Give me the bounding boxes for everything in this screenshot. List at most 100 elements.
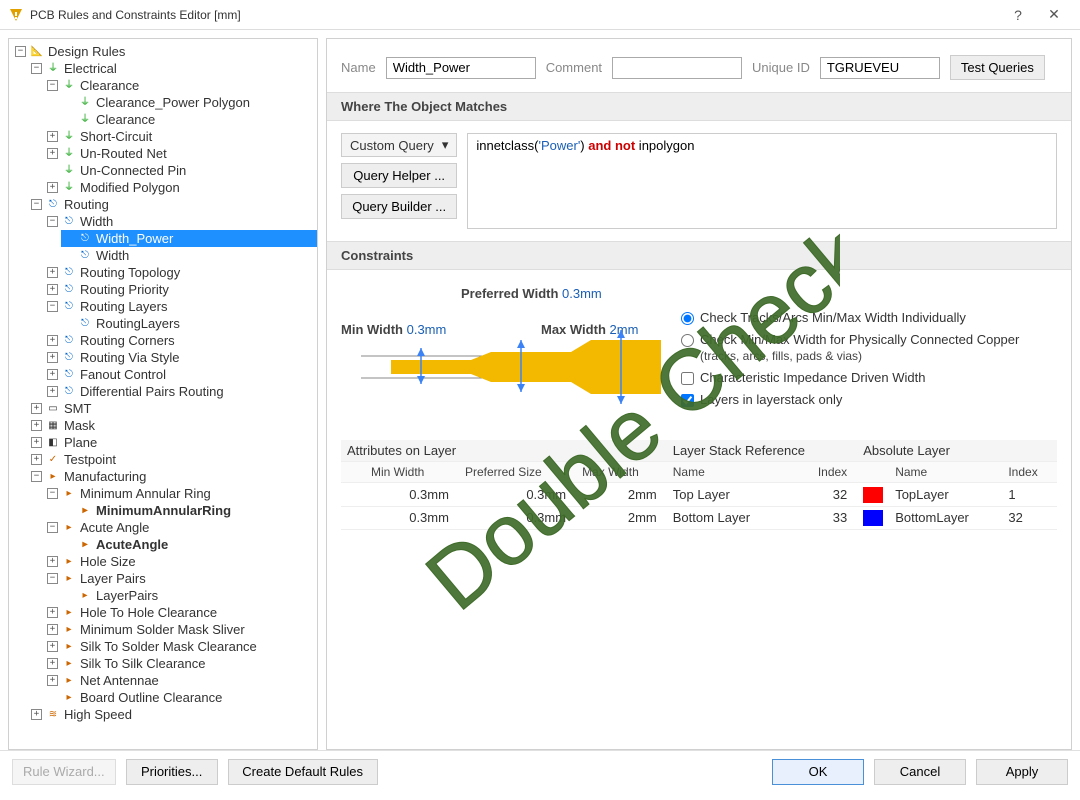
tree-node-routing-layers[interactable]: −⎋Routing Layers	[45, 298, 317, 315]
clearance-icon: ⏚	[78, 96, 92, 110]
shortcircuit-icon: ⏚	[62, 130, 76, 144]
manufacturing-icon: ▸	[78, 504, 92, 518]
tree-node-routing-priority[interactable]: +⎋Routing Priority	[45, 281, 317, 298]
tree-node-manufacturing[interactable]: −▸Manufacturing	[29, 468, 317, 485]
query-helper-button[interactable]: Query Helper ...	[341, 163, 457, 188]
table-row[interactable]: 0.3mm0.3mm2mmTop Layer32TopLayer1	[341, 483, 1057, 507]
tree-node-design-rules[interactable]: −📐Design Rules	[13, 43, 317, 60]
width-icon: ⎋	[78, 232, 92, 246]
app-icon	[8, 7, 24, 23]
uid-input[interactable]	[820, 57, 940, 79]
option-check-physically-connected[interactable]: Check Min/Max Width for Physically Conne…	[681, 332, 1061, 364]
layer-width-table[interactable]: Attributes on Layer Layer Stack Referenc…	[341, 440, 1057, 530]
tree-rule-layer-pairs[interactable]: ▸LayerPairs	[61, 587, 317, 604]
routing-icon: ⎋	[62, 368, 76, 382]
tree-node-hole-size[interactable]: +▸Hole Size	[45, 553, 317, 570]
modpoly-icon: ⏚	[62, 181, 76, 195]
tree-rule-width[interactable]: ⎋Width	[61, 247, 317, 264]
table-row[interactable]: 0.3mm0.3mm2mmBottom Layer33BottomLayer32	[341, 506, 1057, 530]
trace-shape-icon	[361, 326, 661, 406]
tree-node-clearance[interactable]: −⏚Clearance	[45, 77, 317, 94]
rule-detail-pane: Name Comment Unique ID Test Queries Wher…	[326, 38, 1072, 750]
tree-node-mask[interactable]: +▦Mask	[29, 417, 317, 434]
uid-label: Unique ID	[752, 60, 810, 75]
chevron-down-icon: ▾	[442, 137, 449, 153]
tree-node-smt[interactable]: +▭SMT	[29, 400, 317, 417]
test-queries-button[interactable]: Test Queries	[950, 55, 1045, 80]
option-impedance-driven[interactable]: Characteristic Impedance Driven Width	[681, 370, 1061, 386]
unrouted-icon: ⏚	[62, 147, 76, 161]
tree-node-board-outline[interactable]: ▸Board Outline Clearance	[45, 689, 317, 706]
comment-label: Comment	[546, 60, 602, 75]
routing-icon: ⎋	[78, 317, 92, 331]
tree-node-width[interactable]: −⎋Width	[45, 213, 317, 230]
tree-node-silk-to-solder-mask[interactable]: +▸Silk To Solder Mask Clearance	[45, 638, 317, 655]
tree-node-acute-angle[interactable]: −▸Acute Angle	[45, 519, 317, 536]
cancel-button[interactable]: Cancel	[874, 759, 966, 785]
ok-button[interactable]: OK	[772, 759, 864, 785]
smt-icon: ▭	[46, 402, 60, 416]
electrical-icon: ⏚	[46, 62, 60, 76]
manufacturing-icon: ▸	[62, 555, 76, 569]
manufacturing-icon: ▸	[62, 487, 76, 501]
tree-node-fanout-control[interactable]: +⎋Fanout Control	[45, 366, 317, 383]
tree-node-electrical[interactable]: −⏚Electrical	[29, 60, 317, 77]
tree-node-testpoint[interactable]: +✓Testpoint	[29, 451, 317, 468]
width-icon: ⎋	[62, 215, 76, 229]
manufacturing-icon: ▸	[46, 470, 60, 484]
manufacturing-icon: ▸	[62, 606, 76, 620]
tree-node-modified-polygon[interactable]: +⏚Modified Polygon	[45, 179, 317, 196]
create-default-rules-button[interactable]: Create Default Rules	[228, 759, 378, 785]
tree-node-diff-pairs-routing[interactable]: +⎋Differential Pairs Routing	[45, 383, 317, 400]
rule-wizard-button: Rule Wizard...	[12, 759, 116, 785]
option-check-individually[interactable]: Check Tracks/Arcs Min/Max Width Individu…	[681, 310, 1061, 326]
query-input[interactable]: innetclass('Power') and not inpolygon	[467, 133, 1057, 229]
apply-button[interactable]: Apply	[976, 759, 1068, 785]
routing-icon: ⎋	[46, 198, 60, 212]
tree-rule-width-power[interactable]: ⎋Width_Power	[61, 230, 317, 247]
tree-node-unconnected-pin[interactable]: ⏚Un-Connected Pin	[45, 162, 317, 179]
tree-node-routing-topology[interactable]: +⎋Routing Topology	[45, 264, 317, 281]
routing-icon: ⎋	[62, 300, 76, 314]
tree-node-routing-corners[interactable]: +⎋Routing Corners	[45, 332, 317, 349]
tree-node-plane[interactable]: +◧Plane	[29, 434, 317, 451]
close-button[interactable]: ✕	[1036, 6, 1072, 23]
tree-node-unrouted-net[interactable]: +⏚Un-Routed Net	[45, 145, 317, 162]
tree-node-short-circuit[interactable]: +⏚Short-Circuit	[45, 128, 317, 145]
tree-node-high-speed[interactable]: +≋High Speed	[29, 706, 317, 723]
match-type-dropdown[interactable]: Custom Query▾	[341, 133, 457, 157]
tree-node-routing-via-style[interactable]: +⎋Routing Via Style	[45, 349, 317, 366]
group-header-attributes: Attributes on Layer	[341, 440, 667, 462]
width-icon: ⎋	[78, 249, 92, 263]
tree-node-routing[interactable]: −⎋Routing	[29, 196, 317, 213]
clearance-icon: ⏚	[78, 113, 92, 127]
routing-icon: ⎋	[62, 266, 76, 280]
tree-node-layer-pairs[interactable]: −▸Layer Pairs	[45, 570, 317, 587]
query-builder-button[interactable]: Query Builder ...	[341, 194, 457, 219]
layer-color-swatch	[863, 487, 883, 503]
name-input[interactable]	[386, 57, 536, 79]
manufacturing-icon: ▸	[62, 521, 76, 535]
tree-rule-acute-angle[interactable]: ▸AcuteAngle	[61, 536, 317, 553]
tree-rule-min-annular-ring[interactable]: ▸MinimumAnnularRing	[61, 502, 317, 519]
comment-input[interactable]	[612, 57, 742, 79]
routing-icon: ⎋	[62, 351, 76, 365]
titlebar: PCB Rules and Constraints Editor [mm] ? …	[0, 0, 1080, 30]
routing-icon: ⎋	[62, 334, 76, 348]
tree-rule-routinglayers[interactable]: ⎋RoutingLayers	[61, 315, 317, 332]
highspeed-icon: ≋	[46, 708, 60, 722]
tree-node-silk-to-silk[interactable]: +▸Silk To Silk Clearance	[45, 655, 317, 672]
width-diagram: Preferred Width 0.3mm Min Width 0.3mm Ma…	[341, 286, 1057, 416]
tree-rule-clearance[interactable]: ⏚Clearance	[61, 111, 317, 128]
option-layerstack-only[interactable]: Layers in layerstack only	[681, 392, 1061, 408]
tree-node-net-antennae[interactable]: +▸Net Antennae	[45, 672, 317, 689]
help-button[interactable]: ?	[1000, 7, 1036, 23]
tree-node-min-annular-ring[interactable]: −▸Minimum Annular Ring	[45, 485, 317, 502]
priorities-button[interactable]: Priorities...	[126, 759, 218, 785]
tree-node-hole-to-hole[interactable]: +▸Hole To Hole Clearance	[45, 604, 317, 621]
tree-rule-clearance-power-polygon[interactable]: ⏚Clearance_Power Polygon	[61, 94, 317, 111]
manufacturing-icon: ▸	[62, 674, 76, 688]
constraints-header: Constraints	[327, 241, 1071, 270]
rules-tree[interactable]: −📐Design Rules −⏚Electrical −⏚Clearance …	[8, 38, 318, 750]
tree-node-min-solder-mask-sliver[interactable]: +▸Minimum Solder Mask Sliver	[45, 621, 317, 638]
